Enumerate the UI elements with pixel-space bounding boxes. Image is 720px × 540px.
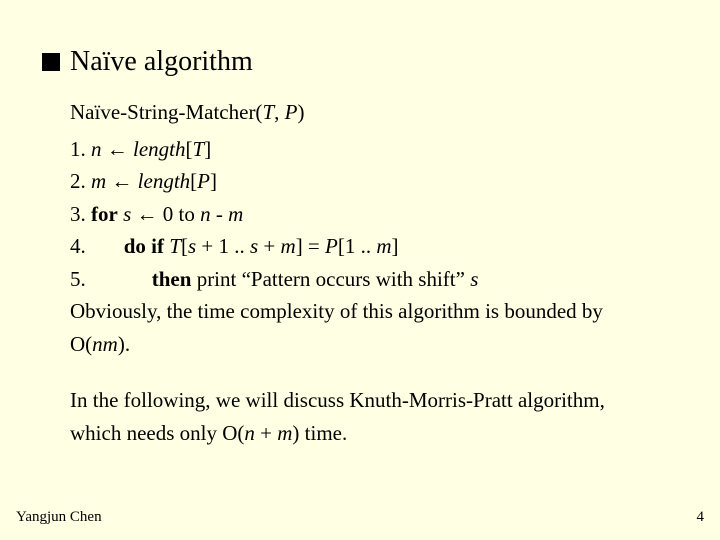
line-1: 1. n ← length[T] (70, 133, 678, 166)
l4-c: + (258, 234, 280, 258)
l4-m: m (281, 234, 296, 258)
page-number: 4 (697, 509, 705, 526)
note-b4: m (277, 421, 292, 445)
title-row: Naïve algorithm (42, 46, 678, 78)
line-2: 2. m ← length[P] (70, 165, 678, 198)
l3-n: n (200, 202, 211, 226)
proc-arg-t: T (262, 100, 274, 124)
l4-d: ] = (296, 234, 325, 258)
l4-s1: s (188, 234, 196, 258)
obv-b3: ). (118, 332, 130, 356)
proc-sep: , (274, 100, 285, 124)
l1-br2: ] (204, 137, 211, 161)
l1-n: n (91, 137, 102, 161)
l4-f: ] (392, 234, 399, 258)
proc-arg-p: P (285, 100, 298, 124)
l4-b: + 1 .. (196, 234, 250, 258)
l4-indent (86, 234, 124, 258)
l3-m: m (228, 202, 243, 226)
obviously-line-2: O(nm). (70, 328, 678, 361)
l1-arrow: ← (102, 137, 134, 161)
l3-arrow: ← 0 to (131, 202, 200, 226)
l4-m2: m (376, 234, 391, 258)
l2-num: 2. (70, 169, 91, 193)
proc-suffix: ) (297, 100, 304, 124)
line-4: 4.do if T[s + 1 .. s + m] = P[1 .. m] (70, 230, 678, 263)
l2-arrow: ← (106, 169, 138, 193)
l2-br2: ] (210, 169, 217, 193)
l4-e: [1 .. (338, 234, 377, 258)
l2-m: m (91, 169, 106, 193)
note-b1: which needs only O( (70, 421, 244, 445)
l4-s2: s (250, 234, 258, 258)
l3-minus: - (211, 202, 229, 226)
proc-prefix: Naïve-String-Matcher( (70, 100, 262, 124)
note-b3: + (255, 421, 277, 445)
l4-P: P (325, 234, 338, 258)
l5-print: print “Pattern occurs with shift” (197, 267, 471, 291)
note-block: In the following, we will discuss Knuth-… (70, 384, 678, 449)
l5-then: then (152, 267, 197, 291)
bullet-icon (42, 53, 60, 71)
l1-num: 1. (70, 137, 91, 161)
l1-T: T (193, 137, 205, 161)
l5-indent (86, 267, 152, 291)
l5-s: s (470, 267, 478, 291)
l2-P: P (197, 169, 210, 193)
l3-num: 3. (70, 202, 91, 226)
obv-b1: O( (70, 332, 92, 356)
obviously-line-1: Obviously, the time complexity of this a… (70, 295, 678, 328)
l3-for: for (91, 202, 118, 226)
l2-length: length (138, 169, 191, 193)
l4-T: T (169, 234, 181, 258)
l1-length: length (133, 137, 186, 161)
line-5: 5. then print “Pattern occurs with shift”… (70, 263, 678, 296)
line-3: 3. for s ← 0 to n - m (70, 198, 678, 231)
l4-doif: do if (124, 234, 170, 258)
obv-b2: nm (92, 332, 118, 356)
note-line-2: which needs only O(n + m) time. (70, 417, 678, 450)
procedure-name: Naïve-String-Matcher(T, P) (70, 96, 678, 129)
note-b5: ) time. (292, 421, 347, 445)
slide-title: Naïve algorithm (70, 46, 253, 78)
l1-br: [ (186, 137, 193, 161)
l4-a: [ (181, 234, 188, 258)
l5-num: 5. (70, 267, 86, 291)
note-b2: n (244, 421, 255, 445)
note-line-1: In the following, we will discuss Knuth-… (70, 384, 678, 417)
footer: Yangjun Chen 4 (16, 509, 704, 526)
l4-num: 4. (70, 234, 86, 258)
slide-body: Naïve algorithm Naïve-String-Matcher(T, … (0, 0, 720, 449)
content-block: Naïve-String-Matcher(T, P) 1. n ← length… (42, 96, 678, 449)
footer-author: Yangjun Chen (16, 509, 102, 526)
